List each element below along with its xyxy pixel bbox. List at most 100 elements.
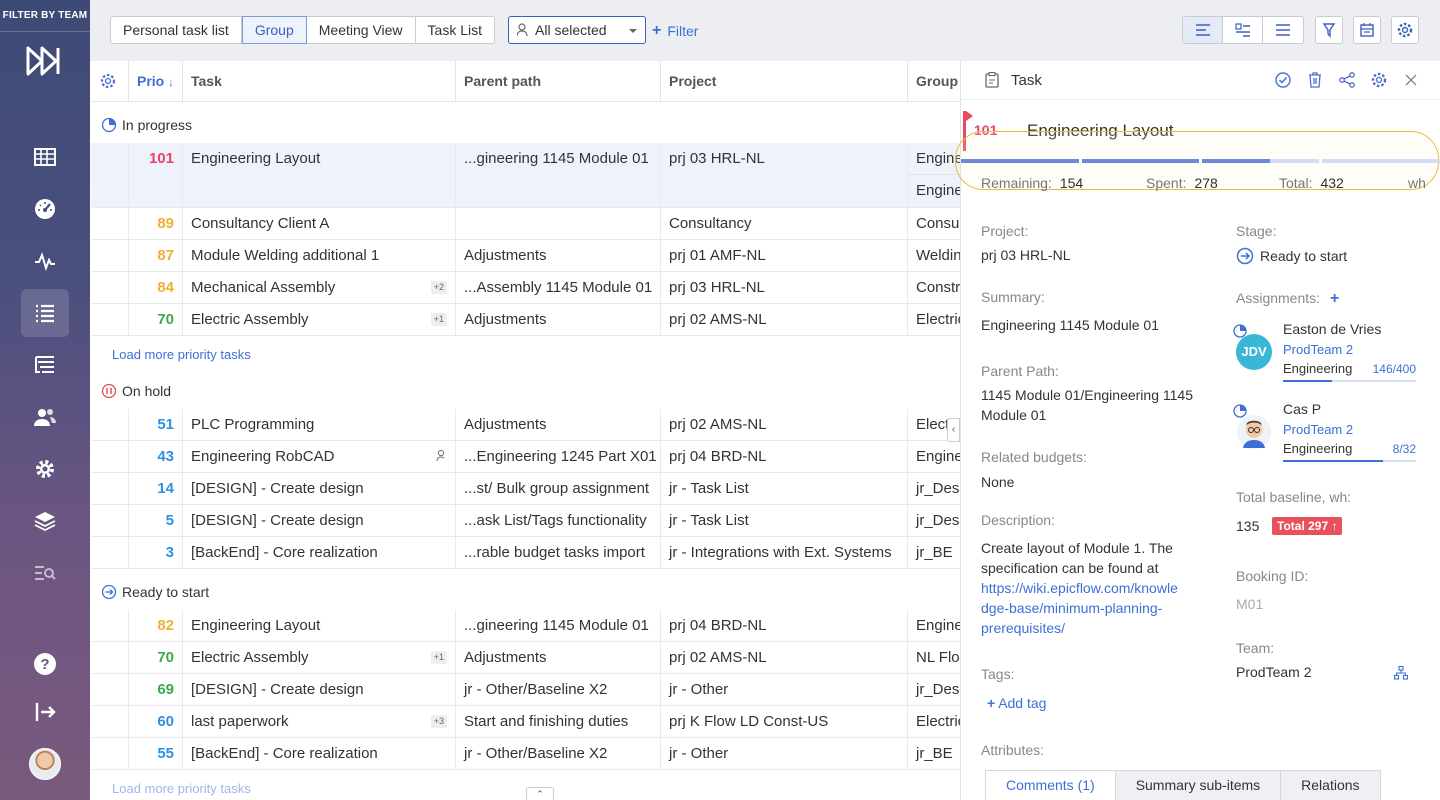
table-row[interactable]: 70 Electric Assembly +1 Adjustments prj 02 A…	[91, 304, 960, 336]
section-header[interactable]: In progress	[91, 109, 960, 141]
table-row[interactable]: 43 Engineering RobCAD $ ...Engineering 1245…	[91, 441, 960, 473]
assignment-card[interactable]: Cas P ProdTeam 2 Engineering 8/32	[1233, 401, 1436, 471]
table-row[interactable]: 51 PLC Programming Adjustments prj 02 AMS-N…	[91, 409, 960, 441]
description-link-line1[interactable]: https://wiki.epicflow.com/knowle	[981, 578, 1178, 598]
collapse-toggle-icon[interactable]: ⌃	[526, 787, 554, 800]
summary-value[interactable]: Engineering 1145 Module 01	[981, 315, 1159, 335]
load-more-link[interactable]: Load more priority tasks	[112, 347, 251, 362]
status-icon	[101, 584, 117, 600]
calendar-grid-icon[interactable]	[21, 133, 69, 181]
task-cell[interactable]: Consultancy Client A	[183, 208, 456, 239]
task-cell[interactable]: Module Welding additional 1	[183, 240, 456, 271]
app-logo-icon[interactable]	[25, 44, 65, 78]
stage-value[interactable]: Ready to start	[1236, 246, 1347, 266]
tab-comments[interactable]: Comments (1)	[985, 770, 1116, 800]
tab-summary-sub-items[interactable]: Summary sub-items	[1114, 770, 1282, 800]
load-more-link[interactable]: Load more priority tasks	[112, 781, 251, 796]
header-project[interactable]: Project	[661, 61, 908, 101]
group-cell: jr_Desi	[916, 681, 960, 698]
check-circle-icon[interactable]	[1274, 71, 1292, 89]
chevron-down-icon	[629, 29, 637, 33]
analytics-icon[interactable]	[21, 549, 69, 597]
task-cell[interactable]: [DESIGN] - Create design	[183, 473, 456, 504]
task-cell[interactable]: Engineering Layout	[183, 143, 456, 207]
panel-body: Project: prj 03 HRL-NL Stage: Ready to s…	[961, 206, 1440, 771]
header-prio[interactable]: Prio ↓	[129, 61, 183, 101]
table-row[interactable]: 70 Electric Assembly +1 Adjustments prj 02 A…	[91, 642, 960, 674]
task-cell[interactable]: Mechanical Assembly +2	[183, 272, 456, 303]
logout-icon[interactable]	[21, 688, 69, 736]
table-row[interactable]: 89 Consultancy Client A Consultancy Consul	[91, 208, 960, 240]
header-group[interactable]: Group	[908, 61, 960, 101]
description-link-line3[interactable]: prerequisites/	[981, 618, 1065, 638]
table-row[interactable]: 87 Module Welding additional 1 Adjustments…	[91, 240, 960, 272]
task-cell[interactable]: Engineering RobCAD $	[183, 441, 456, 472]
panel-collapse-icon[interactable]: ‹	[947, 418, 960, 442]
tab-relations[interactable]: Relations	[1280, 770, 1381, 800]
help-icon[interactable]: ?	[21, 640, 69, 688]
close-icon[interactable]	[1402, 71, 1420, 89]
table-row[interactable]: 82 Engineering Layout ...gineering 1145 Mo…	[91, 610, 960, 642]
settings-icon[interactable]	[1370, 71, 1388, 89]
priority-list-icon[interactable]	[21, 341, 69, 389]
booking-value[interactable]: M01	[1236, 594, 1263, 614]
trash-icon[interactable]	[1306, 71, 1324, 89]
calendar-icon[interactable]	[1353, 16, 1381, 44]
dashboard-gauge-icon[interactable]	[21, 185, 69, 233]
avatar	[1236, 414, 1272, 450]
task-list-icon[interactable]	[21, 289, 69, 337]
settings-gear-icon[interactable]	[21, 445, 69, 493]
header-parent-path[interactable]: Parent path	[456, 61, 661, 101]
add-assignment-icon[interactable]: +	[1330, 290, 1339, 307]
task-cell[interactable]: [BackEnd] - Core realization	[183, 537, 456, 568]
grouped-view-icon[interactable]	[1223, 17, 1263, 43]
filter-by-team-button[interactable]: FILTER BY TEAM	[0, 0, 90, 32]
tab-group[interactable]: Group	[241, 16, 307, 44]
table-row[interactable]: 84 Mechanical Assembly +2 ...Assembly 1145 …	[91, 272, 960, 304]
table-row[interactable]: 14 [DESIGN] - Create design ...st/ Bulk gr…	[91, 473, 960, 505]
header-task[interactable]: Task	[183, 61, 456, 101]
row-handle	[91, 505, 129, 536]
table-row[interactable]: 101 Engineering Layout ...gineering 1145 M…	[91, 143, 960, 208]
share-icon[interactable]	[1338, 71, 1356, 89]
column-settings-icon[interactable]	[91, 61, 129, 101]
add-tag-button[interactable]: + Add tag	[987, 693, 1046, 713]
task-cell[interactable]: Electric Assembly +1	[183, 304, 456, 335]
align-left-view-icon[interactable]	[1183, 17, 1223, 43]
hierarchy-icon[interactable]	[1394, 666, 1408, 680]
section-header[interactable]: On hold	[91, 375, 960, 407]
task-cell[interactable]: PLC Programming	[183, 409, 456, 440]
gear-icon[interactable]	[1391, 16, 1419, 44]
funnel-icon[interactable]	[1315, 16, 1343, 44]
task-cell[interactable]: last paperwork +3	[183, 706, 456, 737]
task-cell[interactable]: [BackEnd] - Core realization	[183, 738, 456, 769]
section-header[interactable]: Ready to start	[91, 576, 960, 608]
project-value[interactable]: prj 03 HRL-NL	[981, 245, 1070, 265]
pulse-icon[interactable]	[21, 237, 69, 285]
task-cell[interactable]: Engineering Layout	[183, 610, 456, 641]
table-row[interactable]: 55 [BackEnd] - Core realization jr - Other…	[91, 738, 960, 770]
description-link-line2[interactable]: dge-base/minimum-planning-	[981, 598, 1162, 618]
project-cell: prj 02 AMS-NL	[661, 642, 908, 673]
filter-button[interactable]: + Filter	[652, 22, 698, 40]
table-row[interactable]: 60 last paperwork +3 Start and finishing du…	[91, 706, 960, 738]
team-select[interactable]: All selected	[508, 16, 646, 44]
people-icon[interactable]	[21, 393, 69, 441]
table-row[interactable]: 69 [DESIGN] - Create design jr - Other/Bas…	[91, 674, 960, 706]
tab-meeting-view[interactable]: Meeting View	[307, 17, 416, 43]
parent-path-line2: Module 01	[981, 407, 1047, 423]
user-avatar[interactable]	[29, 748, 61, 780]
tab-task-list[interactable]: Task List	[416, 17, 494, 43]
task-cell[interactable]: [DESIGN] - Create design	[183, 505, 456, 536]
table-row[interactable]: 5 [DESIGN] - Create design ...ask List/Tag…	[91, 505, 960, 537]
task-cell[interactable]: [DESIGN] - Create design	[183, 674, 456, 705]
avatar: JDV	[1236, 334, 1272, 370]
assignment-card[interactable]: JDV Easton de Vries ProdTeam 2 Engineeri…	[1233, 321, 1436, 391]
tab-personal-task-list[interactable]: Personal task list	[111, 17, 242, 43]
prio-value: 84	[129, 272, 183, 303]
layers-icon[interactable]	[21, 497, 69, 545]
list-view-icon[interactable]	[1263, 17, 1303, 43]
task-cell[interactable]: Electric Assembly +1	[183, 642, 456, 673]
parent-path-cell: ...st/ Bulk group assignment	[456, 473, 661, 504]
table-row[interactable]: 3 [BackEnd] - Core realization ...rable bu…	[91, 537, 960, 569]
